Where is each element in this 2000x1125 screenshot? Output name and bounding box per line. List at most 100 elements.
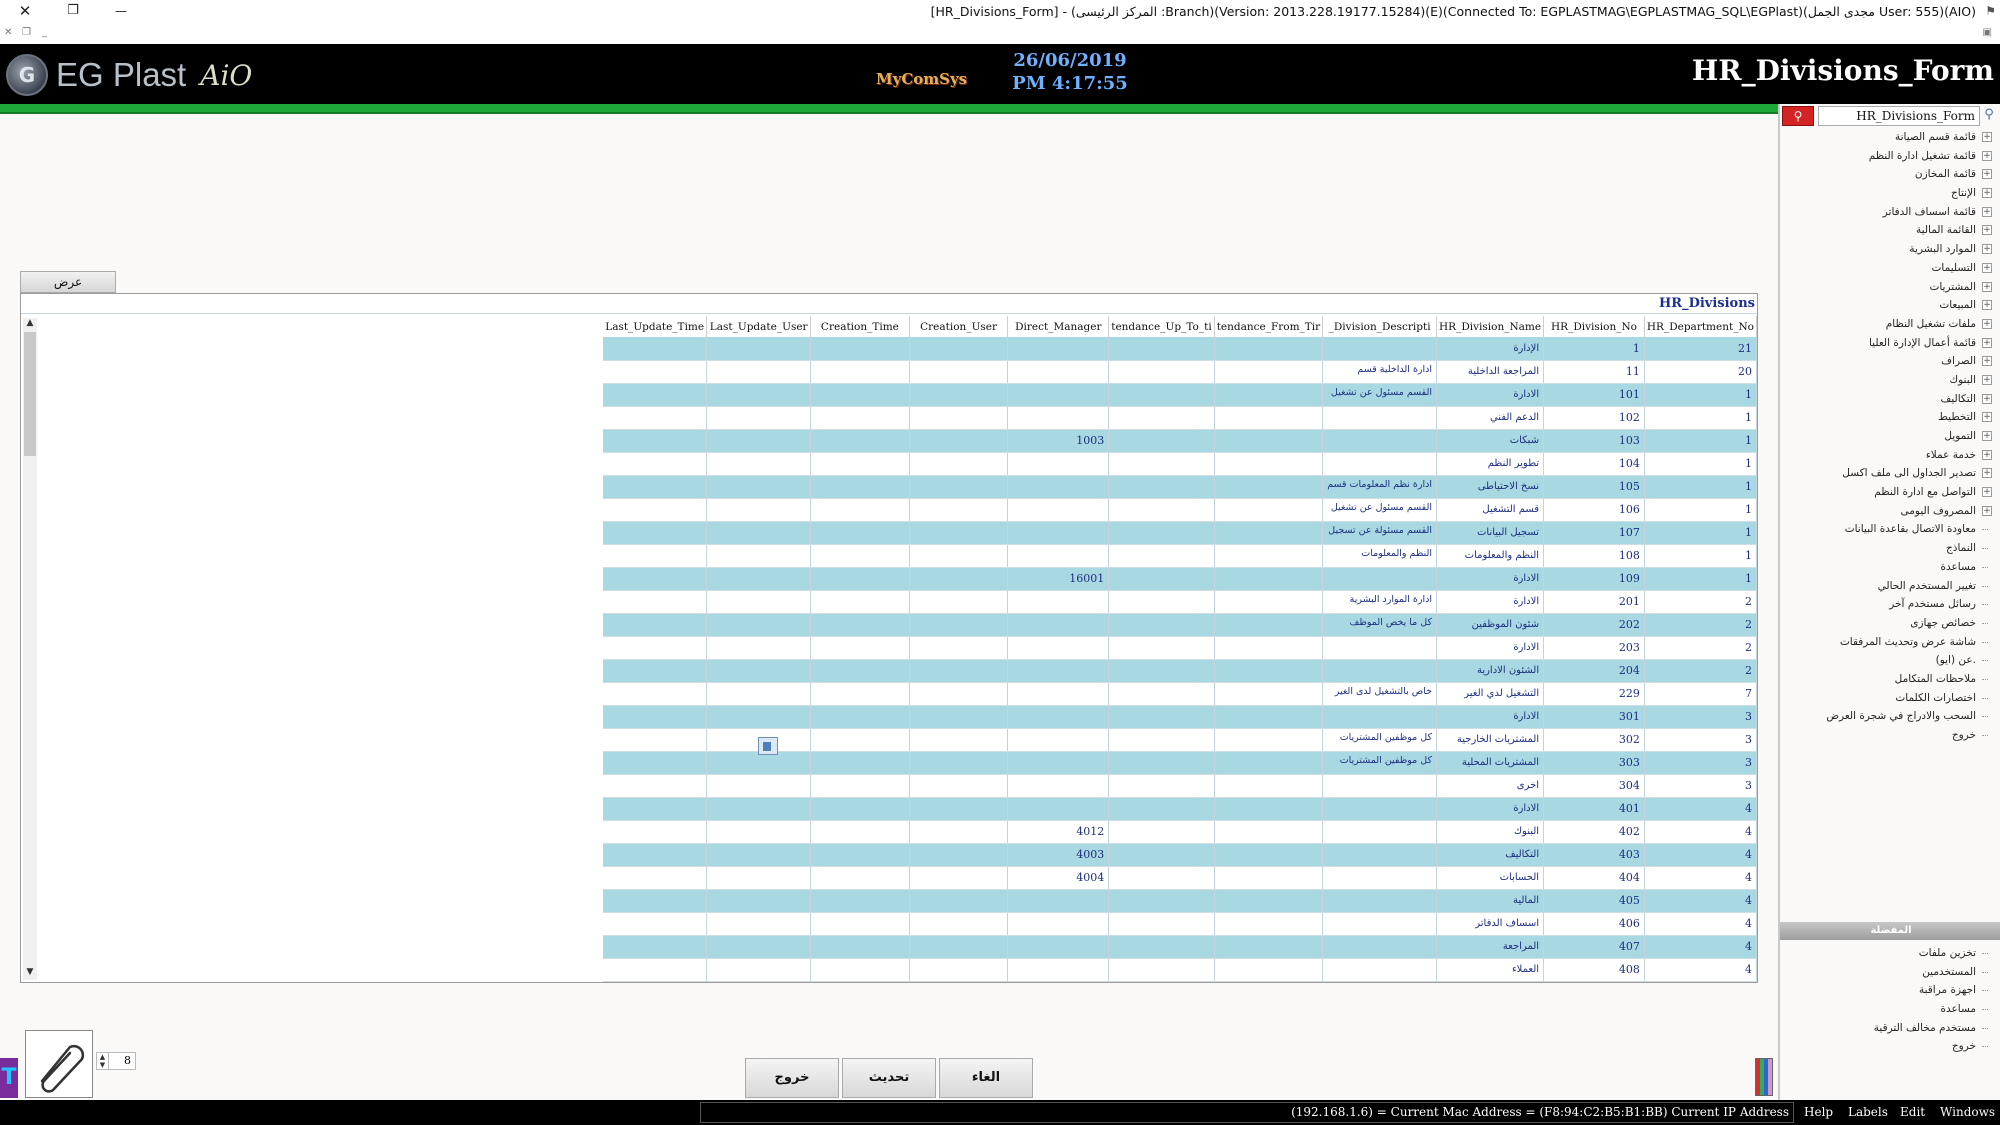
cell-mgr[interactable] — [1007, 452, 1110, 476]
tree-item[interactable]: المشتريات + — [1780, 278, 1998, 297]
cell-mgr[interactable] — [1007, 797, 1110, 821]
cell-mgr[interactable] — [1007, 406, 1110, 430]
menu-labels[interactable]: Labels — [1848, 1105, 1888, 1119]
column-header[interactable]: Creation_Time — [810, 316, 910, 337]
cell-name[interactable]: التشغيل لدي الغير — [1436, 682, 1545, 706]
expand-icon[interactable]: + — [1982, 374, 1992, 385]
favorite-item[interactable]: خروج — [1780, 1037, 1998, 1056]
tree-item[interactable]: تغيير المستخدم الحالي — [1780, 577, 1998, 596]
cell-mgr[interactable] — [1007, 728, 1110, 752]
search-input[interactable] — [1818, 106, 1980, 126]
cell-name[interactable]: شبكات — [1436, 429, 1545, 453]
cell-empty[interactable] — [810, 705, 910, 729]
cell-empty[interactable] — [603, 774, 708, 798]
close-window-icon[interactable]: ✕ — [14, 2, 36, 22]
cell-empty[interactable] — [1214, 613, 1324, 637]
cell-empty[interactable] — [810, 337, 910, 361]
tree-item[interactable]: التكاليف + — [1780, 390, 1998, 409]
cell-desc[interactable]: ادارة الداخلية قسم — [1322, 360, 1438, 384]
cell-name[interactable]: المشتريات الخارجية — [1436, 728, 1545, 752]
column-header[interactable]: Last_Update_Time — [603, 316, 708, 337]
cell-empty[interactable] — [1108, 866, 1215, 890]
cell-empty[interactable] — [1108, 958, 1215, 982]
cell-empty[interactable] — [1214, 383, 1324, 407]
cell-empty[interactable] — [1108, 452, 1215, 476]
cell-empty[interactable] — [706, 843, 812, 867]
tree-item[interactable]: المبيعات + — [1780, 296, 1998, 315]
cell-dept[interactable]: 1 — [1644, 406, 1758, 430]
expand-icon[interactable]: + — [1982, 337, 1992, 348]
cell-empty[interactable] — [706, 636, 812, 660]
stepper-arrows-icon[interactable]: ▲ ▼ — [97, 1053, 109, 1069]
cell-empty[interactable] — [1108, 383, 1215, 407]
cell-empty[interactable] — [810, 360, 910, 384]
cell-no[interactable]: 103 — [1543, 429, 1645, 453]
cell-mgr[interactable] — [1007, 912, 1110, 936]
cell-dept[interactable]: 3 — [1644, 774, 1758, 798]
cell-empty[interactable] — [1214, 337, 1324, 361]
cell-empty[interactable] — [909, 383, 1009, 407]
cell-desc[interactable] — [1322, 958, 1438, 982]
cell-dept[interactable]: 3 — [1644, 751, 1758, 775]
tree-item[interactable]: تصدير الجداول الى ملف اكسل + — [1780, 464, 1998, 483]
cell-mgr[interactable] — [1007, 337, 1110, 361]
expand-icon[interactable]: + — [1982, 262, 1992, 273]
cell-empty[interactable] — [706, 682, 812, 706]
cell-empty[interactable] — [1214, 429, 1324, 453]
cell-desc[interactable] — [1322, 797, 1438, 821]
cell-name[interactable]: الادارة — [1436, 705, 1545, 729]
cell-empty[interactable] — [706, 797, 812, 821]
scroll-up-icon[interactable]: ▲ — [23, 318, 37, 331]
tree-item[interactable]: اختصارات الكلمات — [1780, 689, 1998, 708]
cell-empty[interactable] — [706, 705, 812, 729]
table-row[interactable]: الادارة 301 3 — [603, 705, 1758, 729]
cell-empty[interactable] — [909, 429, 1009, 453]
tree-item[interactable]: النماذج — [1780, 539, 1998, 558]
expand-icon[interactable]: + — [1982, 449, 1992, 460]
cell-name[interactable]: اسساف الدفاتر — [1436, 912, 1545, 936]
cell-name[interactable]: تسجيل البيانات — [1436, 521, 1545, 545]
mdi-restore-icon[interactable]: ❐ — [22, 27, 31, 38]
favorite-item[interactable]: تخزين ملفات — [1780, 944, 1998, 963]
cell-empty[interactable] — [706, 567, 812, 591]
cell-mgr[interactable]: 16001 — [1007, 567, 1110, 591]
table-row[interactable]: 4012 البنوك 402 4 — [603, 820, 1758, 844]
cell-empty[interactable] — [1108, 774, 1215, 798]
tree-item[interactable]: قائمة أعمال الإدارة العليا + — [1780, 334, 1998, 353]
cell-no[interactable]: 302 — [1543, 728, 1645, 752]
cell-empty[interactable] — [603, 820, 708, 844]
expand-icon[interactable]: + — [1982, 505, 1992, 516]
column-header[interactable]: HR_Division_No — [1543, 316, 1645, 337]
cell-desc[interactable] — [1322, 774, 1438, 798]
app-badge-icon[interactable]: T — [0, 1058, 18, 1098]
expand-icon[interactable]: + — [1982, 188, 1992, 199]
cell-desc[interactable] — [1322, 843, 1438, 867]
table-row[interactable]: الدعم الفني 102 1 — [603, 406, 1758, 430]
cell-no[interactable]: 406 — [1543, 912, 1645, 936]
cell-mgr[interactable]: 4012 — [1007, 820, 1110, 844]
cell-desc[interactable]: القسم مسئولة عن تسجيل — [1322, 521, 1438, 545]
cell-empty[interactable] — [810, 567, 910, 591]
cell-mgr[interactable] — [1007, 360, 1110, 384]
expand-icon[interactable]: + — [1982, 132, 1992, 142]
tree-item[interactable]: معاودة الاتصال بقاعدة البيانات — [1780, 520, 1998, 539]
cell-desc[interactable] — [1322, 659, 1438, 683]
cell-empty[interactable] — [706, 866, 812, 890]
cell-empty[interactable] — [1214, 452, 1324, 476]
cell-empty[interactable] — [603, 889, 708, 913]
table-row[interactable]: ادارة الموارد البشرية الادارة 201 2 — [603, 590, 1758, 614]
cell-no[interactable]: 201 — [1543, 590, 1645, 614]
cell-desc[interactable] — [1322, 452, 1438, 476]
cell-no[interactable]: 107 — [1543, 521, 1645, 545]
expand-icon[interactable]: + — [1982, 300, 1992, 311]
column-header[interactable]: HR_Division_Name — [1436, 316, 1545, 337]
refresh-button[interactable]: تحديث — [842, 1058, 936, 1098]
cell-empty[interactable] — [909, 475, 1009, 499]
books-icon[interactable] — [1755, 1058, 1773, 1096]
cell-name[interactable]: العملاء — [1436, 958, 1545, 982]
cell-empty[interactable] — [909, 958, 1009, 982]
cell-empty[interactable] — [909, 751, 1009, 775]
cell-empty[interactable] — [1108, 590, 1215, 614]
tree-item[interactable]: قائمة اسساف الدفاتر + — [1780, 203, 1998, 222]
tree-item[interactable]: الإنتاج + — [1780, 184, 1998, 203]
